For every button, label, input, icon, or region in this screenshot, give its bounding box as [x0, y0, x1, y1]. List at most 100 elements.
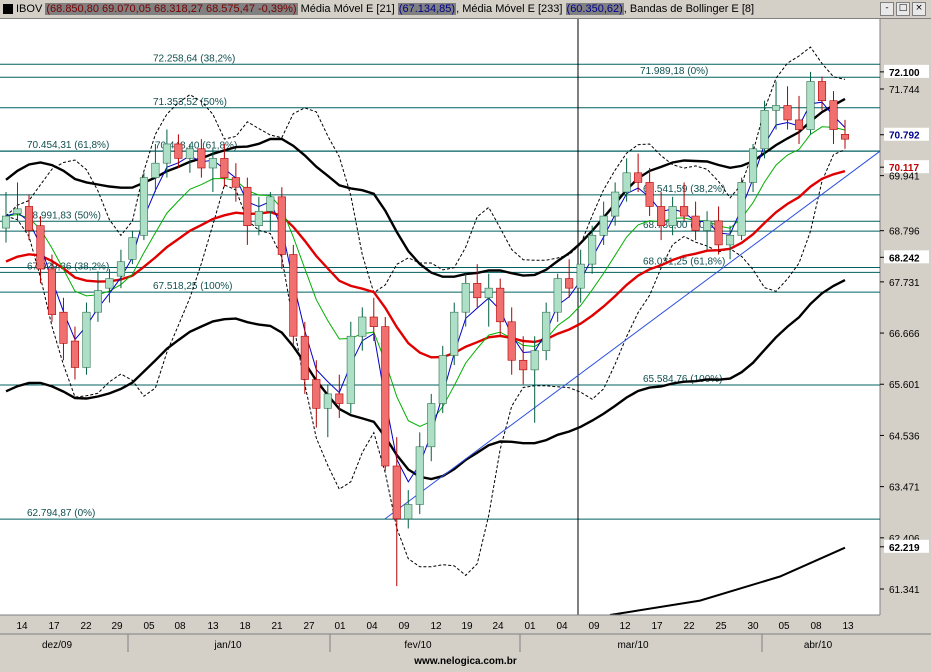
x-tick-label: 05: [778, 621, 790, 632]
month-label: mar/10: [617, 640, 649, 651]
candle-body: [726, 234, 735, 246]
fib-label: 71.989,18 (0%): [640, 66, 708, 77]
candle-body: [703, 220, 712, 231]
candle-body: [369, 316, 378, 327]
candle-body: [70, 340, 79, 368]
y-tick-label: 61.341: [889, 585, 920, 596]
candle-body: [220, 158, 229, 178]
candle-body: [312, 379, 321, 409]
candle-body: [266, 196, 275, 212]
fib-label: 72.258,64 (38,2%): [153, 53, 235, 64]
candle-body: [415, 446, 424, 505]
x-tick-label: 17: [48, 621, 60, 632]
month-label: fev/10: [404, 640, 432, 651]
plot-area: [0, 19, 880, 615]
y-tick-label: 64.536: [889, 431, 920, 442]
candle-body: [576, 263, 585, 289]
x-tick-label: 25: [715, 621, 727, 632]
footer-site: www.nelogica.com.br: [0, 652, 931, 672]
candle-body: [622, 172, 631, 193]
x-tick-label: 17: [651, 621, 663, 632]
x-tick-label: 08: [174, 621, 186, 632]
candle-body: [323, 393, 332, 409]
price-chart[interactable]: 72.258,64 (38,2%) 71.989,18 (0%) 71.353,52…: [0, 0, 931, 652]
candle-body: [714, 220, 723, 246]
candle-body: [772, 105, 781, 111]
candle-body: [93, 290, 102, 313]
x-tick-label: 12: [619, 621, 631, 632]
candle-body: [208, 158, 217, 169]
candle-body: [254, 210, 263, 226]
candle-body: [496, 287, 505, 323]
candle-body: [829, 100, 838, 130]
y-tick-label: 68.796: [889, 227, 920, 238]
candle-body: [450, 311, 459, 356]
y-tick-label: 72.100: [889, 68, 920, 79]
candle-body: [358, 316, 367, 337]
y-tick-label: 66.666: [889, 329, 920, 340]
x-tick-label: 21: [271, 621, 283, 632]
candle-body: [645, 182, 654, 207]
candle-body: [817, 81, 827, 102]
candle-body: [530, 350, 539, 371]
fib-label: 70.454,31 (61,8%): [27, 140, 109, 151]
y-tick-label: 71.744: [889, 85, 920, 96]
x-tick-label: 04: [366, 621, 378, 632]
candle-body: [565, 278, 574, 289]
x-tick-label: 19: [461, 621, 473, 632]
candle-body: [231, 177, 240, 188]
x-tick-label: 27: [303, 621, 315, 632]
x-tick-label: 09: [398, 621, 410, 632]
candle-body: [599, 215, 608, 236]
candle-body: [542, 311, 551, 351]
candle-body: [381, 326, 390, 467]
candle-body: [668, 206, 677, 226]
y-tick-label: 67.731: [889, 278, 920, 289]
candle-body: [657, 206, 666, 226]
candle-body: [162, 143, 171, 164]
x-tick-label: 18: [239, 621, 251, 632]
x-tick-label: 05: [143, 621, 155, 632]
candle-body: [680, 206, 689, 217]
candle-body: [151, 162, 160, 178]
x-tick-label: 04: [556, 621, 568, 632]
y-tick-label: 63.471: [889, 483, 920, 494]
candle-body: [59, 311, 68, 344]
candle-body: [691, 215, 700, 231]
candle-body: [611, 191, 620, 217]
candle-body: [346, 335, 355, 404]
candle-body: [760, 110, 769, 150]
candle-body: [277, 196, 286, 255]
month-label: abr/10: [804, 640, 833, 651]
x-tick-label: 14: [16, 621, 28, 632]
candle-body: [243, 186, 252, 226]
candle-body: [438, 355, 447, 404]
candle-body: [404, 504, 413, 520]
x-tick-label: 13: [842, 621, 854, 632]
fib-label: 67.518,25 (100%): [153, 281, 233, 292]
candle-body: [36, 225, 45, 270]
fib-label: 68.031,25 (61,8%): [643, 256, 725, 267]
candle-body: [116, 261, 125, 277]
candle-body: [128, 237, 137, 260]
candle-body: [174, 143, 183, 159]
fib-label: 71.353,52 (50%): [153, 97, 227, 108]
month-label: jan/10: [213, 640, 242, 651]
y-tick-label: 70.792: [889, 131, 920, 142]
x-tick-label: 01: [334, 621, 346, 632]
candle-body: [427, 403, 436, 448]
candle-body: [139, 177, 148, 236]
y-tick-label: 62.219: [889, 543, 920, 554]
candle-body: [634, 172, 643, 183]
candle-body: [105, 278, 114, 289]
candle-body: [392, 465, 401, 520]
candle-body: [185, 148, 194, 159]
y-tick-label: 68.242: [889, 253, 920, 264]
candle-body: [461, 283, 470, 313]
x-tick-label: 13: [207, 621, 219, 632]
candle-body: [783, 105, 792, 121]
x-tick-label: 08: [810, 621, 822, 632]
fib-label: 68.991,83 (50%): [27, 210, 101, 221]
y-tick-label: 69.941: [889, 172, 920, 183]
candle-body: [806, 81, 815, 130]
